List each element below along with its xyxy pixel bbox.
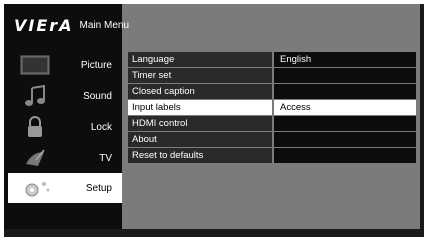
sidebar-item-setup[interactable]: Setup [8,173,122,203]
satellite-dish-icon [26,149,45,166]
sidebar-item-lock[interactable]: Lock [8,112,122,142]
menu-row-value [274,132,416,147]
bottom-bar [4,233,424,237]
sidebar-item-label: Picture [80,59,112,71]
menu-row-label: Input labels [128,100,272,115]
menu-row-about[interactable]: About [128,132,416,147]
menu-row-value [274,84,416,99]
menu-row-label: About [128,132,272,147]
menu-row-value: English [274,52,416,67]
menu-row-value [274,68,416,83]
menu-row-language[interactable]: Language English [128,52,416,67]
setup-menu: Language English Timer set Closed captio… [128,52,416,164]
menu-row-label: Language [128,52,272,67]
setup-icon [25,182,50,197]
sidebar-item-label: Sound [83,90,112,102]
menu-row-input-labels[interactable]: Input labels Access [128,100,416,115]
menu-row-label: HDMI control [128,116,272,131]
menu-row-label: Closed caption [128,84,272,99]
sidebar-item-label: Setup [85,182,112,194]
menu-row-value [274,148,416,163]
picture-icon [20,55,50,75]
sidebar-item-label: TV [99,152,112,164]
menu-row-value: Access [274,100,416,115]
padlock-icon [28,116,42,137]
music-note-icon [25,84,45,106]
sidebar-item-sound[interactable]: Sound [8,81,122,111]
menu-row-value [274,116,416,131]
menu-row-closed-caption[interactable]: Closed caption [128,84,416,99]
sidebar-item-tv[interactable]: TV [8,143,122,173]
sidebar-item-picture[interactable]: Picture [8,50,122,80]
main-menu-title: Main Menu [79,20,130,31]
menu-row-timer-set[interactable]: Timer set [128,68,416,83]
menu-row-reset-to-defaults[interactable]: Reset to defaults [128,148,416,163]
header: VIErA Main Menu [14,16,129,35]
sidebar-item-label: Lock [90,121,112,133]
menu-row-label: Reset to defaults [128,148,272,163]
menu-row-hdmi-control[interactable]: HDMI control [128,116,416,131]
viera-logo: VIErA [14,16,74,35]
menu-row-label: Timer set [128,68,272,83]
